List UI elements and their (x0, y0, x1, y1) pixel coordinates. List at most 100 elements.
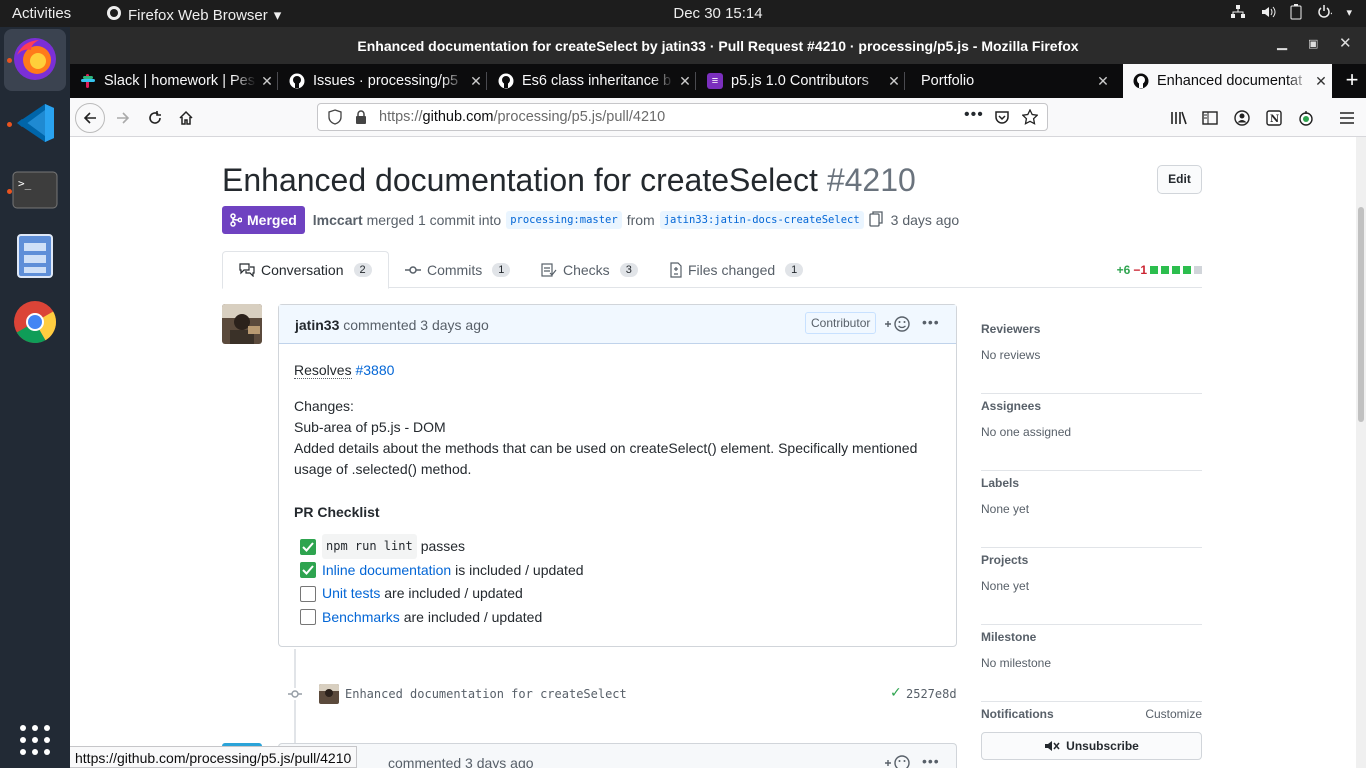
comment-action[interactable]: commented 3 days ago (388, 755, 534, 768)
tab-slack[interactable]: Slack | homework | Pes ✕ (70, 64, 278, 98)
close-tab-icon[interactable]: ✕ (465, 73, 487, 90)
git-commit-icon (405, 265, 421, 274)
close-window-button[interactable]: ✕ (1339, 34, 1352, 52)
unsubscribe-button[interactable]: Unsubscribe (981, 732, 1202, 760)
edit-title-button[interactable]: Edit (1157, 165, 1202, 194)
tab-enhanced-documentation[interactable]: Enhanced documentat ✕ (1123, 64, 1332, 98)
checkbox-checked[interactable] (300, 562, 316, 579)
sidebar-heading: Projects (981, 553, 1029, 567)
checklist-text: are included / updated (384, 585, 523, 602)
back-button[interactable] (75, 103, 105, 133)
activities-button[interactable]: Activities (12, 5, 71, 22)
check-icon[interactable]: ✓ (890, 685, 902, 701)
dock-files[interactable] (4, 226, 66, 288)
page-scrollbar[interactable] (1356, 137, 1366, 768)
checks-count: 3 (619, 262, 638, 277)
checklist-link[interactable]: Inline documentation (322, 560, 451, 581)
commit-message[interactable]: Enhanced documentation for createSelect (345, 687, 627, 701)
tab-p5-contributors[interactable]: ≡ p5.js 1.0 Contributors ✕ (697, 64, 905, 98)
dock-terminal[interactable]: >_ (4, 160, 66, 222)
minimize-button[interactable]: ▁ (1277, 35, 1287, 51)
checklist-text: are included / updated (403, 608, 543, 625)
reload-button[interactable] (140, 103, 170, 133)
tab-files-changed[interactable]: Files changed 1 (670, 251, 804, 288)
comment-action[interactable]: commented 3 days ago (343, 317, 489, 333)
tab-conversation[interactable]: Conversation 2 (222, 251, 389, 289)
maximize-button[interactable]: ▣ (1308, 37, 1318, 50)
battery-icon (1290, 4, 1302, 20)
page-actions-icon[interactable]: ••• (964, 106, 984, 124)
add-reaction-icon[interactable] (884, 754, 912, 768)
kebab-menu-icon[interactable]: ••• (922, 314, 940, 330)
sidebar-labels[interactable]: Labels None yet (981, 471, 1202, 548)
tab-commits[interactable]: Commits 1 (405, 251, 511, 288)
extension-button[interactable] (1291, 103, 1321, 133)
tab-es6-class[interactable]: Es6 class inheritance b ✕ (488, 64, 696, 98)
sidebar-milestone[interactable]: Milestone No milestone (981, 625, 1202, 702)
dock-firefox[interactable] (4, 29, 66, 91)
lock-icon[interactable] (355, 109, 367, 129)
close-tab-icon[interactable]: ✕ (883, 73, 905, 90)
hamburger-menu-button[interactable] (1332, 103, 1362, 133)
sidebar-projects[interactable]: Projects None yet (981, 548, 1202, 625)
merger-username[interactable]: lmccart (313, 212, 363, 228)
shield-icon[interactable] (328, 109, 342, 129)
sidebar-assignees[interactable]: Assignees No one assigned (981, 394, 1202, 471)
close-tab-icon[interactable]: ✕ (674, 73, 696, 90)
scrollbar-thumb[interactable] (1358, 207, 1364, 422)
dock-show-applications[interactable] (4, 710, 66, 768)
checklist-text: passes (420, 538, 466, 555)
close-tab-icon[interactable]: ✕ (256, 73, 278, 90)
dock-chrome[interactable] (4, 292, 66, 354)
hamburger-menu-icon (1340, 112, 1354, 124)
tab-issues[interactable]: Issues · processing/p5 ✕ (279, 64, 487, 98)
add-reaction-icon[interactable] (884, 315, 912, 336)
dock-vscode[interactable] (4, 93, 66, 155)
issue-link[interactable]: #3880 (355, 362, 394, 378)
forward-button[interactable] (108, 103, 138, 133)
pocket-icon[interactable] (994, 109, 1010, 129)
avatar[interactable] (319, 684, 339, 704)
kebab-menu-icon[interactable]: ••• (922, 753, 940, 768)
app-menu[interactable]: Firefox Web Browser ▾ (106, 5, 281, 25)
commit-sha[interactable]: 2527e8d (906, 687, 957, 701)
new-tab-button[interactable]: + (1338, 64, 1366, 98)
home-button[interactable] (171, 103, 201, 133)
sidebar-reviewers[interactable]: Reviewers No reviews (981, 317, 1202, 394)
customize-link[interactable]: Customize (1145, 707, 1202, 721)
notion-extension-button[interactable]: N (1259, 103, 1289, 133)
sidebar-button[interactable] (1195, 103, 1225, 133)
checklist-link[interactable]: Unit tests (322, 583, 380, 604)
chevron-down-icon: ▾ (1346, 6, 1352, 19)
account-button[interactable] (1227, 103, 1257, 133)
checkbox-checked[interactable] (300, 538, 316, 555)
library-button[interactable] (1164, 103, 1194, 133)
network-icon (1230, 4, 1246, 20)
tab-checks[interactable]: Checks 3 (541, 251, 638, 288)
url-bar[interactable]: https://github.com/processing/p5.js/pull… (317, 103, 1048, 131)
copy-branch-icon[interactable] (869, 210, 883, 230)
subarea-text: Sub-area of p5.js - DOM (294, 419, 446, 435)
library-icon (1171, 111, 1187, 125)
pr-meta: Merged lmccart merged 1 commit into proc… (222, 206, 959, 234)
comment-discussion-icon (239, 263, 255, 277)
next-comment-header: commented 3 days ago ••• (278, 743, 957, 768)
extension-icon (1299, 111, 1313, 126)
base-branch-label[interactable]: processing:master (506, 211, 622, 229)
slack-icon (80, 73, 96, 89)
checkbox-unchecked[interactable] (300, 609, 316, 626)
avatar[interactable] (222, 304, 262, 344)
tab-conversation-label: Conversation (261, 262, 344, 278)
checkbox-unchecked[interactable] (300, 585, 316, 602)
bookmark-star-icon[interactable] (1021, 108, 1039, 129)
tab-portfolio[interactable]: Portfolio ✕ (906, 64, 1114, 98)
comment-author[interactable]: jatin33 (295, 317, 339, 333)
system-tray[interactable]: ▾ (1230, 4, 1352, 20)
head-branch-label[interactable]: jatin33:jatin-docs-createSelect (659, 211, 864, 229)
close-tab-icon[interactable]: ✕ (1310, 73, 1332, 90)
checklist-text: is included / updated (455, 561, 584, 578)
tab-label: Es6 class inheritance b (522, 73, 672, 89)
checklist-link[interactable]: Benchmarks (322, 607, 400, 628)
close-tab-icon[interactable]: ✕ (1092, 73, 1114, 90)
window-title-bar[interactable]: Enhanced documentation for createSelect … (70, 27, 1366, 64)
